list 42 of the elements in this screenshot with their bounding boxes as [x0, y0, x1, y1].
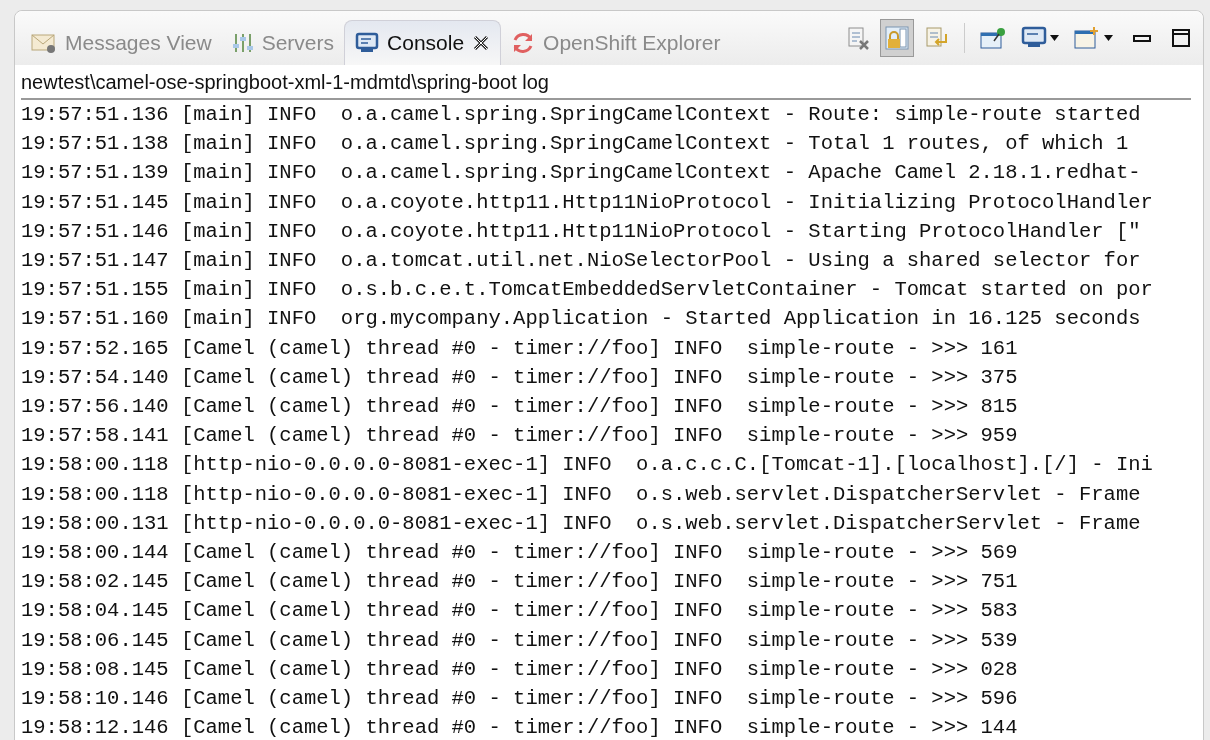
log-line: 19:58:12.146 [Camel (camel) thread #0 - timer://foo] INFO simple-route - >>> 144 [21, 715, 1018, 740]
document-clear-icon [846, 26, 870, 50]
caret-icon [1050, 35, 1059, 41]
monitor-icon [355, 32, 380, 54]
log-line: 19:57:51.136 [main] INFO o.a.camel.spring.SpringCamelContext - Route: simple-route started [21, 102, 1141, 128]
log-line: 19:57:56.140 [Camel (camel) thread #0 - timer://foo] INFO simple-route - >>> 815 [21, 394, 1018, 421]
log-line: 19:58:00.118 [http-nio-0.0.0.0-8081-exec-1] INFO o.a.c.c.C.[Tomcat-1].[localhost].[/] - Ini [21, 452, 1153, 479]
log-line: 19:58:00.118 [http-nio-0.0.0.0-8081-exec-1] INFO o.s.web.servlet.DispatcherServlet - Frame [21, 481, 1141, 508]
log-line: 19:58:00.144 [Camel (camel) thread #0 - timer://foo] INFO simple-route - >>> 569 [21, 540, 1018, 567]
lock-icon [884, 25, 910, 51]
scroll-lock-button[interactable] [880, 19, 914, 57]
caret-icon [1104, 35, 1113, 41]
log-line: 19:57:51.160 [main] INFO org.mycompany.Application - Started Application in 16.125 seconds [21, 306, 1141, 333]
envelope-icon [31, 32, 57, 54]
log-line: 19:58:08.145 [Camel (camel) thread #0 - timer://foo] INFO simple-route - >>> 028 [21, 656, 1018, 683]
minimize-icon [1133, 34, 1151, 42]
log-line: 19:57:51.147 [main] INFO o.a.tomcat.util.net.NioSelectorPool - Using a shared selector for [21, 248, 1141, 274]
log-line: 19:57:51.145 [main] INFO o.a.coyote.http11.Http11NioProtocol - Initializing ProtocolHandler [21, 189, 1153, 216]
log-line: 19:58:04.145 [Camel (camel) thread #0 - timer://foo] INFO simple-route - >>> 583 [21, 598, 1018, 625]
log-line: 19:58:06.145 [Camel (camel) thread #0 - timer://foo] INFO simple-route - >>> 539 [21, 627, 1018, 654]
monitor-icon [1021, 26, 1047, 50]
new-window-icon [1073, 26, 1101, 50]
log-line: 19:58:02.145 [Camel (camel) thread #0 - timer://foo] INFO simple-route - >>> 751 [21, 569, 1018, 596]
log-line: 19:57:51.146 [main] INFO o.a.coyote.http11.Http11NioProtocol - Starting ProtocolHandler [" [21, 218, 1141, 245]
log-line: 19:57:54.140 [Camel (camel) thread #0 - timer://foo] INFO simple-route - >>> 375 [21, 364, 1018, 391]
log-line: 19:58:00.131 [http-nio-0.0.0.0-8081-exec-1] INFO o.s.web.servlet.DispatcherServlet - Frame [21, 510, 1141, 537]
tab[interactable]: OpenShift Explorer [501, 21, 731, 65]
console-title: newtest\camel-ose-springboot-xml-1-mdmtd\spring-boot log [21, 65, 1191, 100]
sliders-icon [231, 32, 254, 54]
wrap-icon [924, 26, 950, 50]
tab[interactable]: Messages View [21, 21, 222, 65]
log-line: 19:57:52.165 [Camel (camel) thread #0 - timer://foo] INFO simple-route - >>> 161 [21, 335, 1018, 362]
log-line: 19:58:10.146 [Camel (camel) thread #0 - timer://foo] INFO simple-route - >>> 596 [21, 686, 1018, 713]
pinned-window-icon [979, 26, 1007, 50]
tab[interactable]: Console [344, 20, 502, 65]
log-line: 19:57:58.141 [Camel (camel) thread #0 - timer://foo] INFO simple-route - >>> 959 [21, 423, 1018, 450]
log-line: 19:57:51.139 [main] INFO o.a.camel.spring.SpringCamelContext - Apache Camel 2.18.1.redhat- [21, 160, 1141, 187]
tab[interactable]: Servers [221, 21, 345, 65]
log-line: 19:57:51.155 [main] INFO o.s.b.c.e.t.TomcatEmbeddedServletContainer - Tomcat started on por [21, 277, 1153, 304]
maximize-icon [1171, 28, 1191, 48]
log-line: 19:57:51.138 [main] INFO o.a.camel.spring.SpringCamelContext - Total 1 routes, of which 1 [21, 131, 1129, 158]
close-icon[interactable] [472, 34, 491, 52]
